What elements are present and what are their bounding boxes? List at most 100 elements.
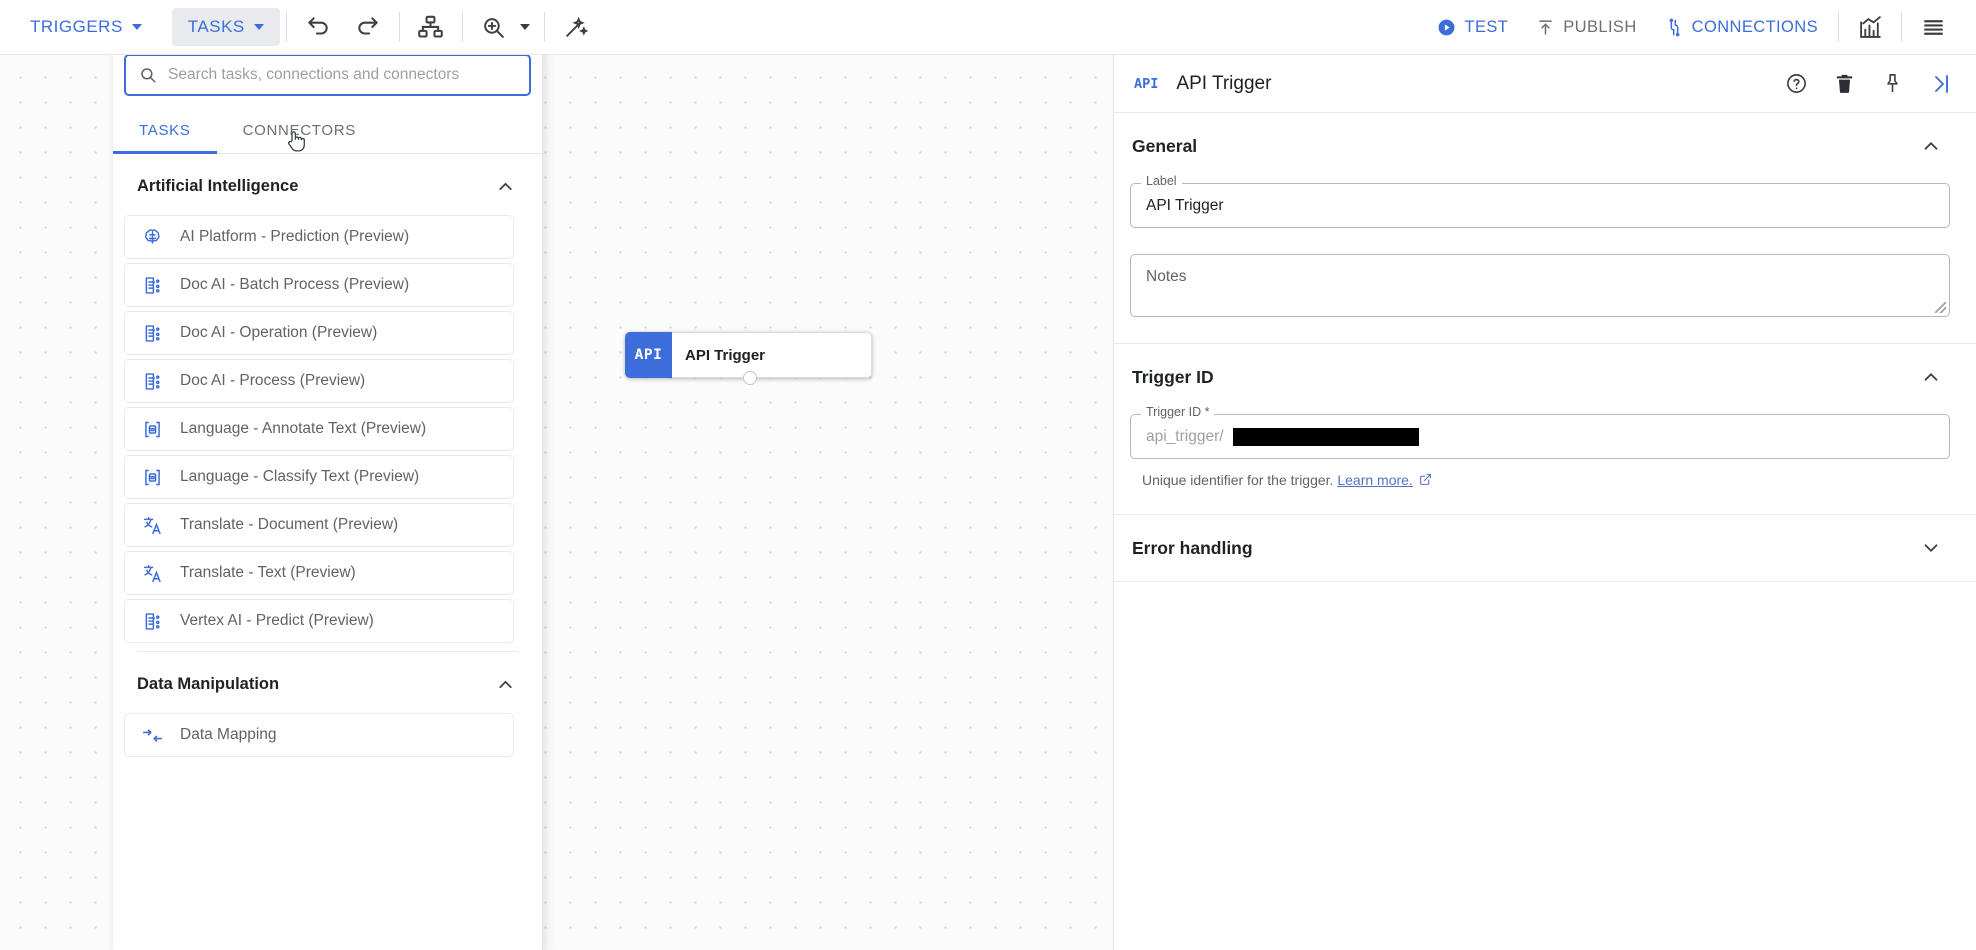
publish-label: PUBLISH xyxy=(1563,18,1636,37)
help-button[interactable] xyxy=(1777,65,1815,103)
test-label: TEST xyxy=(1464,18,1508,37)
top-toolbar: TRIGGERS TASKS xyxy=(0,0,1976,55)
delete-icon xyxy=(1833,72,1856,95)
auto-layout-button[interactable] xyxy=(406,5,456,49)
task-item[interactable]: Data Mapping xyxy=(124,713,514,757)
api-badge-icon: API xyxy=(1134,76,1158,92)
connections-button[interactable]: CONNECTIONS xyxy=(1651,7,1832,47)
collapse-panel-icon xyxy=(1928,72,1952,96)
task-item[interactable]: Doc AI - Batch Process (Preview) xyxy=(124,263,514,307)
section-error-handling-header[interactable]: Error handling xyxy=(1130,537,1950,559)
node-config-panel: API API Trigger xyxy=(1113,55,1976,950)
notes-field-wrapper: Notes xyxy=(1130,254,1950,317)
trigger-id-prefix: api_trigger/ xyxy=(1146,428,1224,446)
toolbar-divider xyxy=(1901,12,1902,42)
analytics-button[interactable] xyxy=(1845,5,1895,49)
task-label: Doc AI - Operation (Preview) xyxy=(180,324,377,342)
search-input[interactable]: Search tasks, connections and connectors xyxy=(168,66,459,84)
main-menu-button[interactable] xyxy=(1908,5,1958,49)
resize-handle-icon[interactable] xyxy=(1935,302,1946,313)
group-header-data-manipulation[interactable]: Data Manipulation xyxy=(113,652,542,709)
section-trigger-id-header[interactable]: Trigger ID xyxy=(1130,366,1950,388)
task-label: Doc AI - Process (Preview) xyxy=(180,372,365,390)
api-trigger-node[interactable]: API API Trigger xyxy=(625,332,872,378)
trigger-id-legend: Trigger ID * xyxy=(1141,405,1214,419)
help-icon xyxy=(1785,72,1808,95)
section-title: General xyxy=(1132,136,1197,157)
notes-textarea[interactable]: Notes xyxy=(1130,254,1950,317)
chevron-down-icon xyxy=(132,24,142,30)
redo-icon xyxy=(355,14,381,40)
language-text-icon xyxy=(141,418,163,440)
task-item[interactable]: Vertex AI - Predict (Preview) xyxy=(124,599,514,643)
publish-upload-icon xyxy=(1536,18,1555,37)
section-general: General Label API Trigger Notes xyxy=(1114,113,1976,344)
learn-more-link[interactable]: Learn more. xyxy=(1337,472,1412,488)
task-label: Doc AI - Batch Process (Preview) xyxy=(180,276,409,294)
section-trigger-id: Trigger ID Trigger ID * api_trigger/ Uni… xyxy=(1114,344,1976,515)
delete-button[interactable] xyxy=(1825,65,1863,103)
translate-icon xyxy=(141,562,163,584)
chevron-up-icon xyxy=(1920,366,1942,388)
task-item[interactable]: AI Platform - Prediction (Preview) xyxy=(124,215,514,259)
chevron-down-icon xyxy=(1920,537,1942,559)
magic-wand-icon xyxy=(563,15,588,40)
tasks-label: TASKS xyxy=(188,17,245,37)
task-item[interactable]: Translate - Text (Preview) xyxy=(124,551,514,595)
redo-button[interactable] xyxy=(343,5,393,49)
task-item[interactable]: Translate - Document (Preview) xyxy=(124,503,514,547)
node-label: API Trigger xyxy=(672,332,872,378)
helper-text: Unique identifier for the trigger. xyxy=(1142,472,1333,488)
document-ai-icon xyxy=(141,274,163,296)
task-item[interactable]: Language - Classify Text (Preview) xyxy=(124,455,514,499)
chevron-down-icon xyxy=(254,24,264,30)
magic-wand-button[interactable] xyxy=(551,5,601,49)
task-label: Vertex AI - Predict (Preview) xyxy=(180,612,374,630)
trigger-id-input[interactable]: api_trigger/ xyxy=(1130,414,1950,459)
task-label: Translate - Text (Preview) xyxy=(180,564,356,582)
task-list[interactable]: Artificial Intelligence AI Platform - Pr… xyxy=(113,154,542,950)
toolbar-right-group: TEST PUBLISH CONNECTIONS xyxy=(1423,0,1976,54)
task-label: Language - Classify Text (Preview) xyxy=(180,468,419,486)
toolbar-divider xyxy=(286,12,287,42)
test-button[interactable]: TEST xyxy=(1423,7,1522,47)
toolbar-divider xyxy=(1838,12,1839,42)
hamburger-menu-icon xyxy=(1921,15,1946,40)
collapse-panel-button[interactable] xyxy=(1921,65,1959,103)
triggers-menu-button[interactable]: TRIGGERS xyxy=(14,8,158,46)
toolbar-left-group: TRIGGERS TASKS xyxy=(0,0,601,54)
task-item[interactable]: Doc AI - Operation (Preview) xyxy=(124,311,514,355)
chevron-down-icon xyxy=(520,24,530,30)
zoom-in-button[interactable] xyxy=(469,5,519,49)
document-ai-icon xyxy=(141,370,163,392)
task-picker-panel: Search tasks, connections and connectors… xyxy=(113,45,543,950)
zoom-in-icon xyxy=(481,15,506,40)
label-input[interactable]: API Trigger xyxy=(1130,183,1950,228)
section-error-handling: Error handling xyxy=(1114,515,1976,582)
search-box[interactable]: Search tasks, connections and connectors xyxy=(124,54,531,96)
publish-button[interactable]: PUBLISH xyxy=(1522,7,1650,47)
tasks-menu-button[interactable]: TASKS xyxy=(172,8,280,46)
notes-placeholder: Notes xyxy=(1146,268,1187,285)
tab-tasks[interactable]: TASKS xyxy=(113,107,217,154)
toolbar-divider xyxy=(544,12,545,42)
connections-icon xyxy=(1665,18,1684,37)
zoom-control[interactable] xyxy=(469,5,538,49)
task-label: Language - Annotate Text (Preview) xyxy=(180,420,426,438)
document-ai-icon xyxy=(141,322,163,344)
undo-button[interactable] xyxy=(293,5,343,49)
task-item[interactable]: Language - Annotate Text (Preview) xyxy=(124,407,514,451)
analytics-chart-icon xyxy=(1858,15,1883,40)
task-item[interactable]: Doc AI - Process (Preview) xyxy=(124,359,514,403)
tab-connectors[interactable]: CONNECTORS xyxy=(217,107,382,154)
section-general-header[interactable]: General xyxy=(1130,135,1950,157)
node-output-handle[interactable] xyxy=(743,371,757,385)
label-field-legend: Label xyxy=(1141,174,1182,188)
chevron-up-icon xyxy=(1920,135,1942,157)
pin-button[interactable] xyxy=(1873,65,1911,103)
task-label: Translate - Document (Preview) xyxy=(180,516,398,534)
group-header-artificial-intelligence[interactable]: Artificial Intelligence xyxy=(113,154,542,211)
trigger-id-helper-text: Unique identifier for the trigger. Learn… xyxy=(1130,472,1950,488)
external-link-icon xyxy=(1419,473,1432,486)
pin-icon xyxy=(1881,72,1904,95)
